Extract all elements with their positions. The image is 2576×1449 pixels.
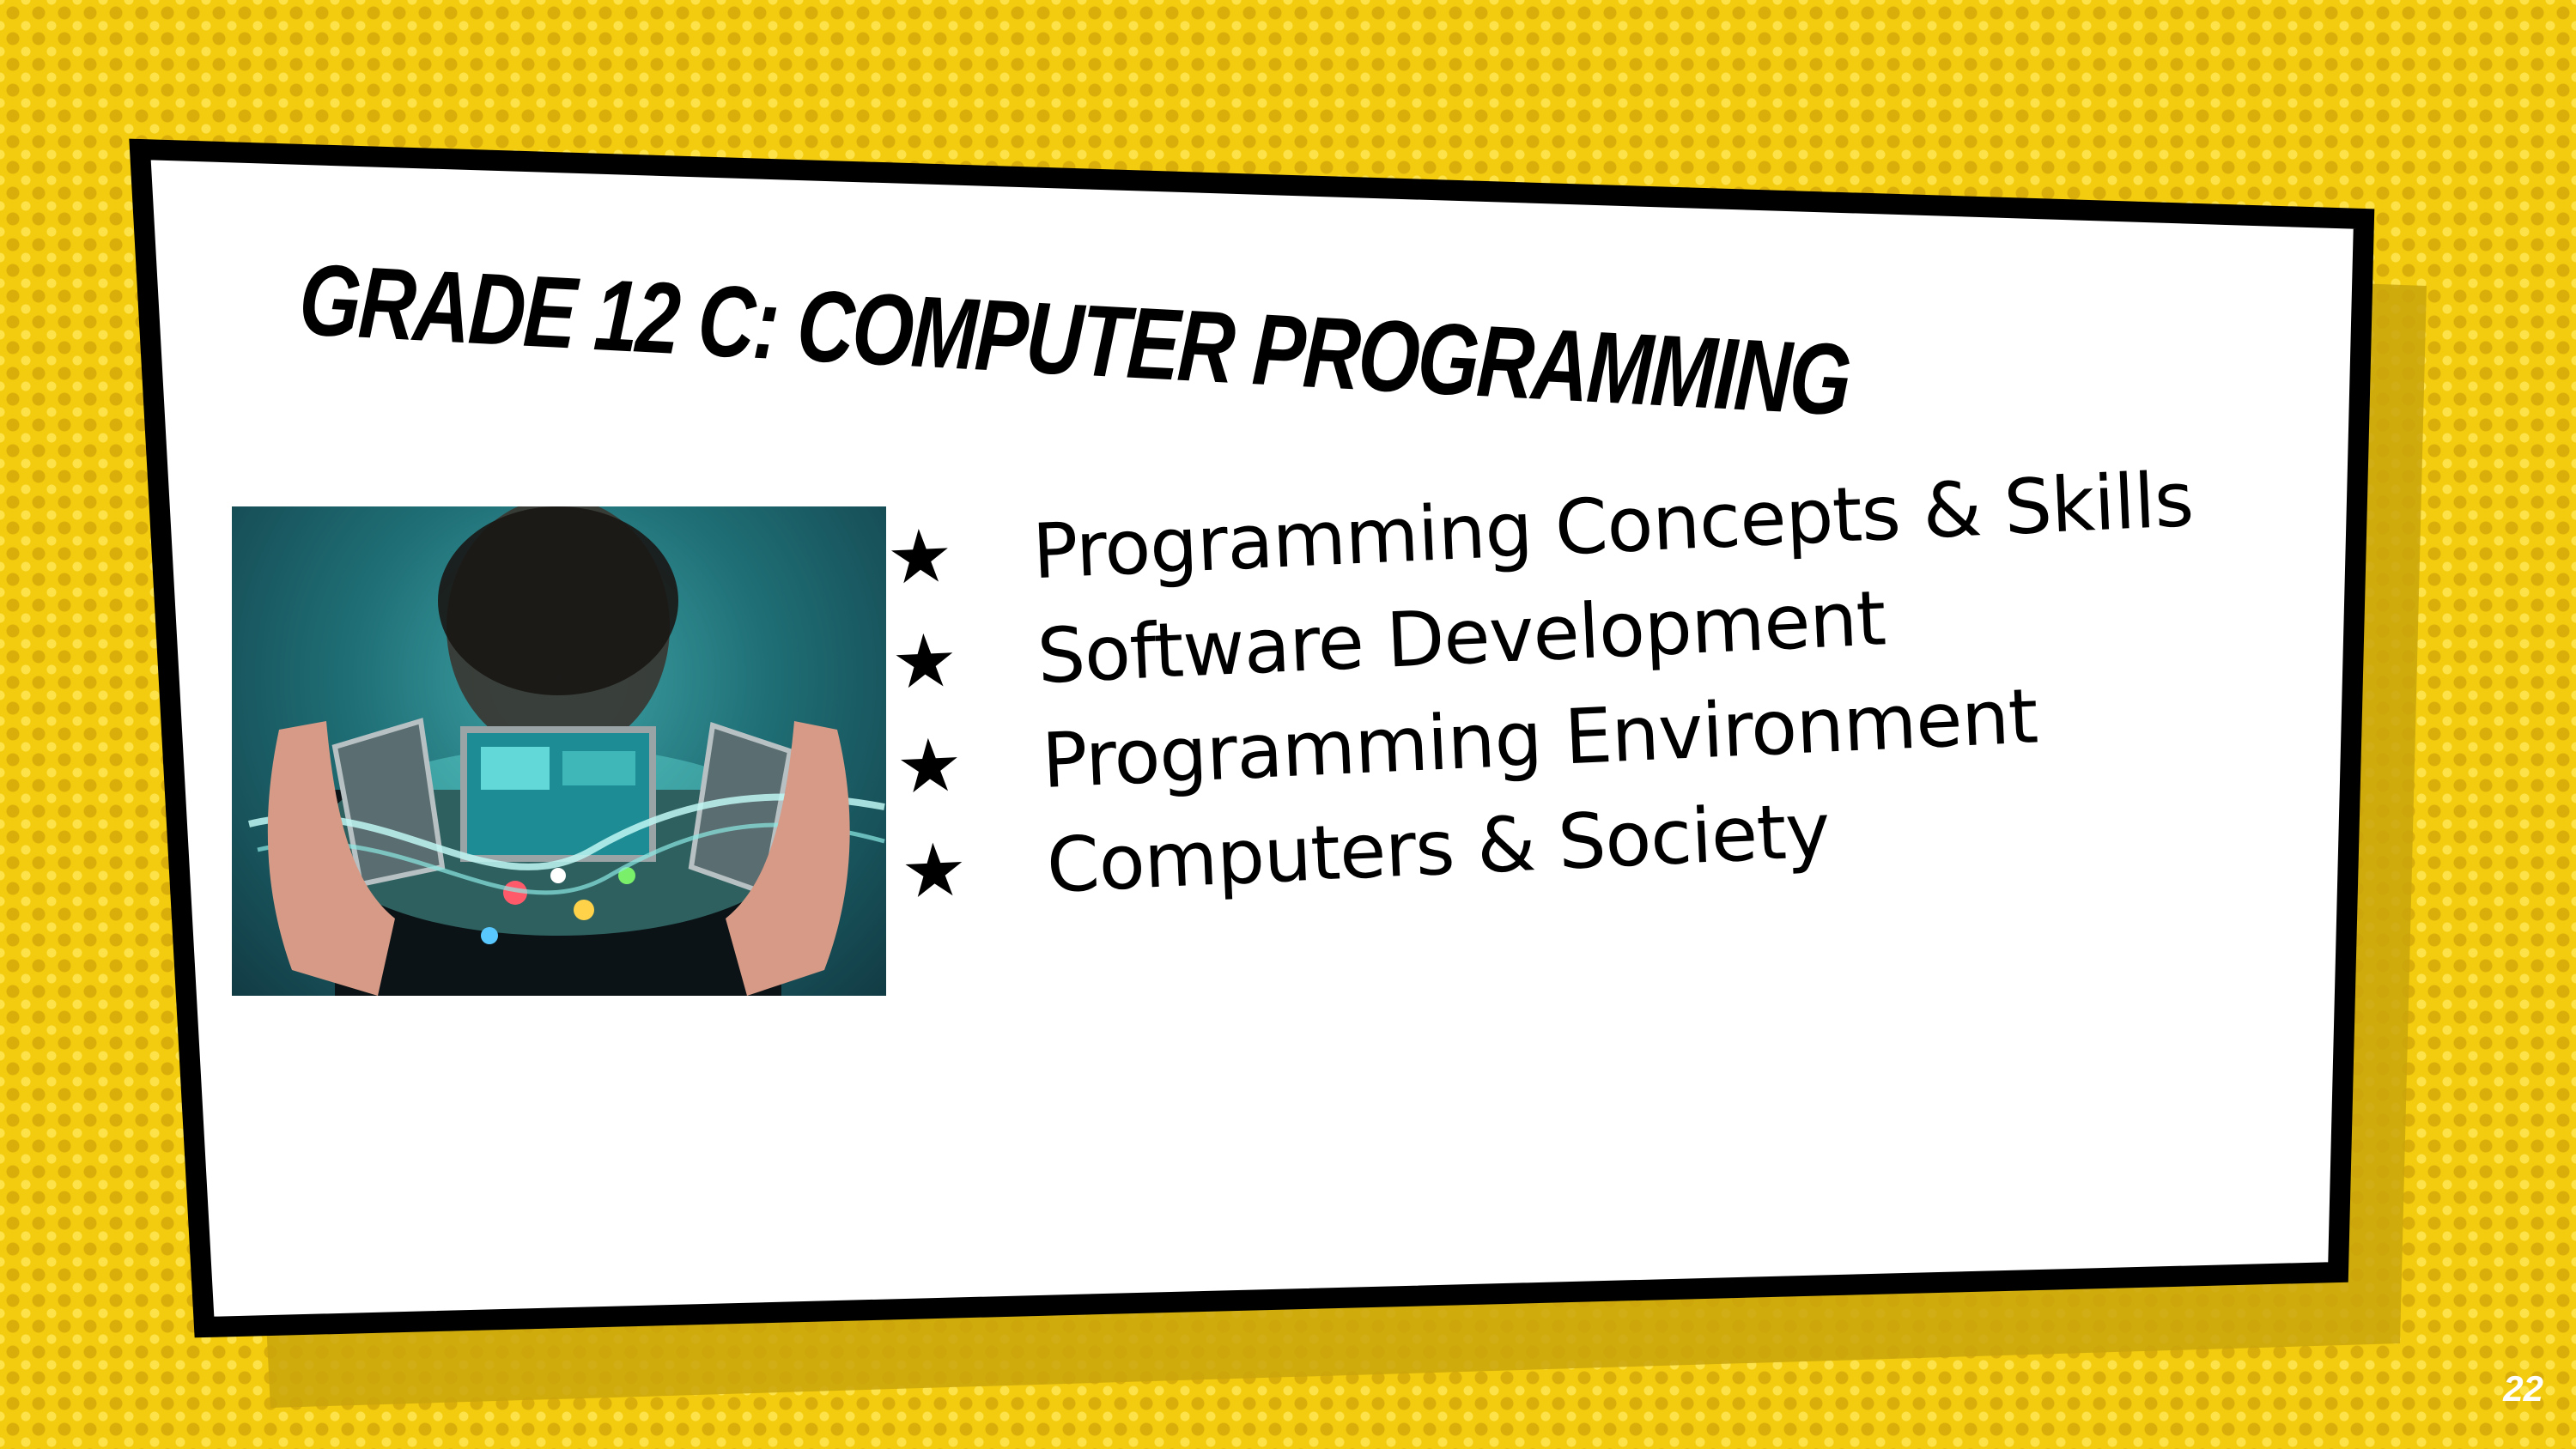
list-item-text: Computers & Society — [1044, 785, 1832, 910]
topic-list: ★ Programming Concepts & Skills ★ Softwa… — [884, 440, 2361, 925]
person-holding-devices-illustration — [248, 506, 885, 996]
star-icon: ★ — [890, 617, 960, 706]
page-number: 22 — [2503, 1368, 2543, 1409]
hero-image — [232, 506, 886, 996]
star-icon: ★ — [884, 512, 956, 602]
star-icon: ★ — [899, 827, 969, 916]
star-icon: ★ — [894, 722, 965, 811]
